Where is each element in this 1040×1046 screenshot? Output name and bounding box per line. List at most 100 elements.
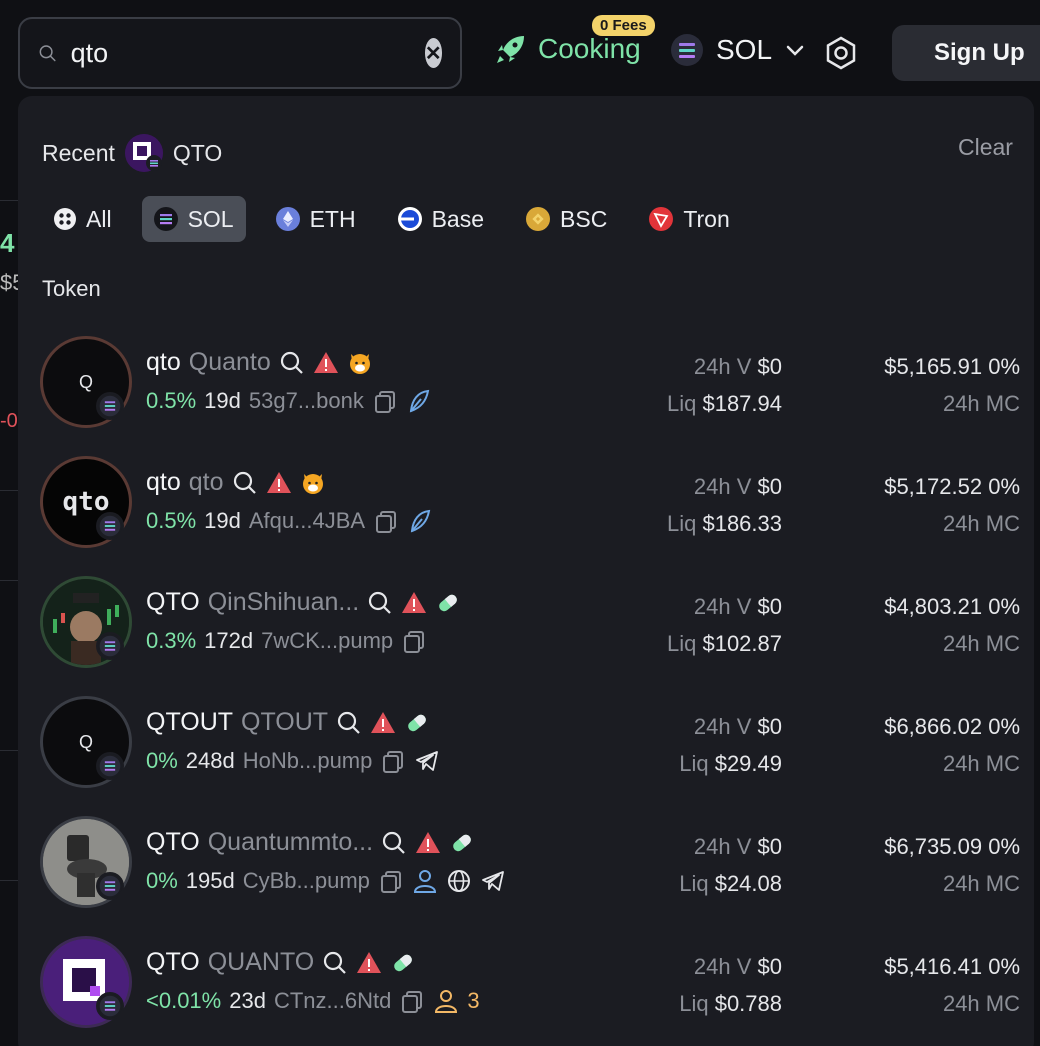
token-row[interactable]: qto qto qto 0.5% 19d Afqu...4JBA 24h V $	[40, 454, 1020, 574]
recent-token-avatar[interactable]	[124, 134, 163, 172]
mc-label: 24h MC	[942, 751, 1020, 776]
vol-label: 24h V	[693, 834, 752, 859]
search-icon[interactable]	[322, 950, 348, 976]
token-title-line: QTO Quantummto...	[146, 828, 475, 857]
token-address: 7wCK...pump	[261, 628, 394, 653]
mc-value: $5,416.41	[884, 954, 983, 979]
liq-value: $187.94	[702, 391, 782, 416]
liq-label: Liq	[666, 511, 697, 536]
mc-pct: 0%	[988, 954, 1020, 979]
user-icon[interactable]	[412, 868, 438, 894]
token-row[interactable]: QTO QUANTO <0.01% 23d CTnz...6Ntd 3 24h …	[40, 934, 1020, 1046]
token-address: CyBb...pump	[242, 868, 370, 893]
token-title-line: QTOUT QTOUT	[146, 708, 430, 737]
sign-up-button[interactable]: Sign Up	[892, 25, 1040, 81]
feather-icon[interactable]	[406, 388, 432, 414]
chain-filter-chips: All SOL ETH Base BSC Tron	[42, 196, 742, 242]
mc-value: $6,735.09	[884, 834, 983, 859]
token-symbol: QTO	[146, 588, 200, 616]
copy-icon[interactable]	[372, 388, 398, 414]
search-icon[interactable]	[336, 710, 362, 736]
liq-value: $102.87	[702, 631, 782, 656]
solana-icon	[96, 872, 124, 900]
holders-count: 3	[467, 988, 480, 1013]
chip-label: BSC	[560, 205, 608, 232]
search-icon[interactable]	[367, 590, 393, 616]
mc-value: $5,165.91	[884, 354, 983, 379]
copy-icon[interactable]	[401, 628, 427, 654]
bg-stat-number: 4	[0, 228, 15, 258]
token-change: 0.3%	[146, 628, 197, 653]
clear-recent-button[interactable]: Clear	[958, 134, 1013, 161]
token-name: QTOUT	[241, 708, 329, 736]
token-symbol: qto	[146, 348, 181, 376]
chain-selector[interactable]: SOL	[670, 33, 806, 67]
solana-icon	[96, 392, 124, 420]
token-mc: $5,172.52 0% 24h MC	[884, 468, 1020, 542]
clear-search-icon[interactable]: ✕	[424, 38, 442, 68]
settings-icon[interactable]	[824, 36, 858, 70]
token-name: QUANTO	[207, 948, 315, 976]
token-row[interactable]: QTO QinShihuan... 0.3% 172d 7wCK...pump …	[40, 574, 1020, 694]
liq-label: Liq	[679, 991, 709, 1016]
search-icon[interactable]	[279, 350, 305, 376]
chip-all[interactable]: All	[42, 196, 124, 242]
chip-tron[interactable]: Tron	[637, 196, 741, 242]
solana-icon	[153, 207, 178, 231]
chip-sol[interactable]: SOL	[141, 196, 246, 242]
copy-icon[interactable]	[399, 988, 425, 1014]
token-mc: $5,165.91 0% 24h MC	[884, 348, 1020, 422]
pill-icon	[453, 834, 471, 851]
token-meta-line: 0.3% 172d 7wCK...pump	[146, 628, 427, 654]
liq-value: $0.788	[714, 991, 782, 1016]
copy-icon[interactable]	[373, 508, 399, 534]
telegram-icon[interactable]	[414, 748, 440, 774]
grid-icon	[54, 208, 76, 230]
chip-bsc[interactable]: BSC	[514, 196, 619, 242]
search-input[interactable]	[70, 37, 425, 69]
vol-value: $0	[757, 714, 782, 739]
token-age: 23d	[229, 988, 266, 1013]
token-row[interactable]: QTO Quantummto... 0% 195d CyBb...pump 24…	[40, 814, 1020, 934]
vol-label: 24h V	[693, 714, 752, 739]
vol-value: $0	[757, 474, 782, 499]
liq-value: $186.33	[702, 511, 782, 536]
copy-icon[interactable]	[378, 868, 404, 894]
mc-value: $4,803.21	[884, 594, 983, 619]
copy-icon[interactable]	[380, 748, 406, 774]
chip-eth[interactable]: ETH	[264, 196, 368, 242]
cooking-label: Cooking	[538, 33, 641, 64]
avatar-text: qto	[62, 487, 110, 517]
warning-icon	[402, 591, 427, 613]
search-results-panel: Recent QTO Clear All SOL ETH Base BSC Tr…	[18, 96, 1034, 1046]
bg-stat-neg: -0	[0, 410, 18, 432]
holders-icon	[435, 990, 458, 1013]
mc-label: 24h MC	[942, 871, 1020, 896]
vol-value: $0	[757, 354, 782, 379]
chip-label: SOL	[187, 205, 234, 232]
token-row[interactable]: Q qto Quanto 0.5% 19d 53g7...bonk 24h V	[40, 334, 1020, 454]
search-icon[interactable]	[232, 470, 258, 496]
token-row[interactable]: Q QTOUT QTOUT 0% 248d HoNb...pump 24h V	[40, 694, 1020, 814]
cooking-button[interactable]: Cooking	[494, 32, 641, 66]
pill-icon	[394, 954, 413, 971]
token-mc: $4,803.21 0% 24h MC	[884, 588, 1020, 662]
token-meta-line: 0.5% 19d 53g7...bonk	[146, 388, 432, 414]
chip-base[interactable]: Base	[386, 196, 496, 242]
recent-item-label[interactable]: QTO	[173, 140, 222, 167]
globe-icon[interactable]	[446, 868, 472, 894]
tron-icon	[649, 207, 674, 231]
token-volume-liquidity: 24h V $0 Liq $24.08	[679, 828, 782, 902]
feather-icon[interactable]	[407, 508, 433, 534]
warning-icon	[371, 711, 396, 733]
mc-pct: 0%	[988, 594, 1020, 619]
token-meta-line: 0.5% 19d Afqu...4JBA	[146, 508, 433, 534]
solana-icon	[96, 752, 124, 780]
mc-pct: 0%	[988, 354, 1020, 379]
token-volume-liquidity: 24h V $0 Liq $29.49	[679, 708, 782, 782]
search-box[interactable]: ✕	[18, 17, 462, 89]
token-change: 0.5%	[146, 508, 197, 533]
bonk-dog-icon	[349, 353, 370, 374]
search-icon[interactable]	[381, 830, 407, 856]
telegram-icon[interactable]	[480, 868, 506, 894]
